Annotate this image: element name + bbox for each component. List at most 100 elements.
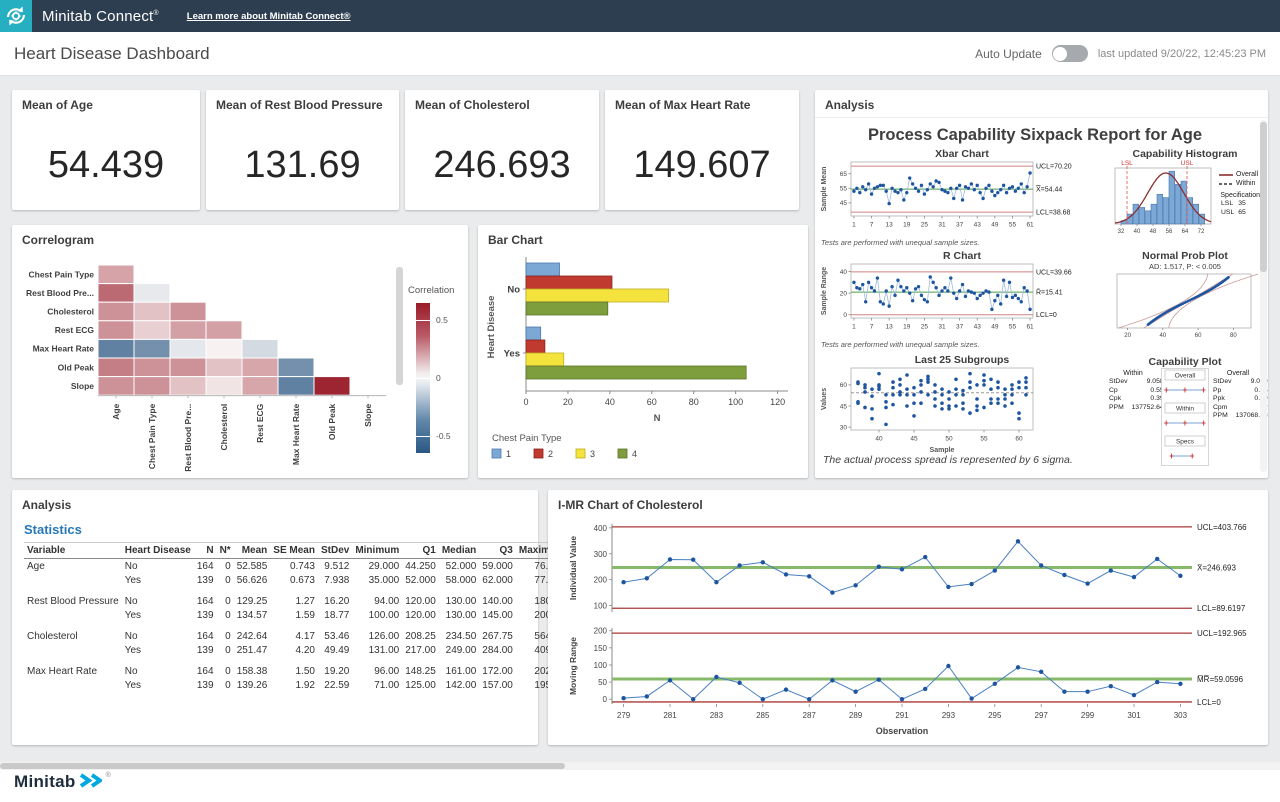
svg-text:7: 7 bbox=[870, 324, 874, 331]
svg-text:80: 80 bbox=[689, 397, 699, 407]
footer-minitab-logo: Minitab ® bbox=[14, 772, 111, 792]
overall-title: Overall bbox=[1211, 370, 1265, 377]
svg-text:45: 45 bbox=[840, 403, 848, 410]
panel-title: Analysis bbox=[22, 498, 71, 512]
auto-update-toggle[interactable] bbox=[1052, 45, 1088, 62]
normal-prob-plot: 20406080 bbox=[1111, 272, 1259, 348]
table-row bbox=[24, 587, 568, 594]
svg-text:291: 291 bbox=[895, 711, 909, 720]
svg-text:40: 40 bbox=[1134, 229, 1141, 235]
correlogram-scrollbar-thumb[interactable] bbox=[396, 267, 403, 385]
svg-text:Rest Blood Pre...: Rest Blood Pre... bbox=[183, 404, 193, 472]
divider bbox=[815, 117, 1268, 118]
sixpack-footnote: The actual process spread is represented… bbox=[823, 454, 1073, 466]
svg-text:65: 65 bbox=[840, 171, 848, 178]
capability-histogram: LSLUSL324048566472 bbox=[1111, 160, 1219, 244]
svg-text:45: 45 bbox=[910, 436, 918, 443]
svg-text:Slope: Slope bbox=[363, 403, 373, 426]
footer-brand-text: Minitab bbox=[14, 772, 76, 792]
table-row: Yes1390251.474.2049.49131.00217.00249.00… bbox=[24, 643, 568, 657]
xbar-chart-title: Xbar Chart bbox=[817, 148, 1107, 160]
svg-text:4: 4 bbox=[632, 449, 637, 459]
bar-chart-panel: Bar Chart NoYes020406080100120NHeart Dis… bbox=[478, 225, 808, 478]
svg-text:Rest ECG: Rest ECG bbox=[55, 325, 95, 335]
within-stats: Within StDev9.058Cp0.55Cpk0.39PPM137752.… bbox=[1107, 370, 1159, 412]
svg-text:61: 61 bbox=[1026, 324, 1034, 331]
svg-text:37: 37 bbox=[956, 324, 964, 331]
r-chart-note: Tests are performed with unequal sample … bbox=[821, 340, 980, 349]
svg-text:Sample Range: Sample Range bbox=[821, 267, 828, 315]
colorbar-tick: -0.5 bbox=[436, 431, 451, 441]
kpi-label: Mean of Rest Blood Pressure bbox=[216, 98, 383, 112]
imr-chart: 100200300400UCL=403.766X̄=246.693LCL=89.… bbox=[556, 516, 1260, 742]
table-row: Yes1390139.261.9222.5971.00125.00142.001… bbox=[24, 678, 568, 692]
top-navbar: Minitab Connect® Learn more about Minita… bbox=[0, 0, 1280, 32]
learn-more-link[interactable]: Learn more about Minitab Connect® bbox=[187, 11, 351, 22]
svg-text:No: No bbox=[507, 285, 520, 296]
stats-column-header: Mean bbox=[234, 543, 271, 559]
svg-text:80: 80 bbox=[1230, 333, 1237, 339]
capability-histogram-title: Capability Histogram bbox=[1111, 148, 1259, 160]
svg-text:X̄=246.693: X̄=246.693 bbox=[1197, 564, 1236, 573]
svg-text:X̿=54.44: X̿=54.44 bbox=[1035, 185, 1062, 194]
svg-text:50: 50 bbox=[945, 436, 953, 443]
legend-within: Within bbox=[1236, 180, 1255, 187]
svg-text:31: 31 bbox=[938, 324, 946, 331]
page-title: Heart Disease Dashboard bbox=[14, 44, 210, 64]
svg-text:72: 72 bbox=[1198, 229, 1205, 235]
svg-text:25: 25 bbox=[921, 324, 929, 331]
correlation-legend-title: Correlation bbox=[408, 285, 454, 296]
svg-text:UCL=192.965: UCL=192.965 bbox=[1197, 629, 1247, 638]
svg-text:Rest ECG: Rest ECG bbox=[255, 403, 265, 443]
svg-text:40: 40 bbox=[605, 397, 615, 407]
svg-text:40: 40 bbox=[875, 436, 883, 443]
within-table: StDev9.058Cp0.55Cpk0.39PPM137752.64 bbox=[1107, 378, 1166, 412]
svg-text:Overall: Overall bbox=[1175, 373, 1196, 380]
kpi-value: 246.693 bbox=[405, 120, 599, 210]
svg-text:LCL=0: LCL=0 bbox=[1197, 698, 1221, 707]
statistics-table-wrap: VariableHeart DiseaseNN*MeanSE MeanStDev… bbox=[24, 542, 526, 692]
svg-text:289: 289 bbox=[849, 711, 863, 720]
svg-text:Old Peak: Old Peak bbox=[327, 403, 337, 440]
panel-scrollbar-thumb[interactable] bbox=[1260, 122, 1267, 272]
svg-text:M̅R̅=59.0596: M̅R̅=59.0596 bbox=[1197, 675, 1244, 684]
svg-text:Max Heart Rate: Max Heart Rate bbox=[291, 403, 301, 465]
stats-column-header: StDev bbox=[318, 543, 352, 559]
xbar-note: Tests are performed with unequal sample … bbox=[821, 238, 980, 247]
svg-text:Max Heart Rate: Max Heart Rate bbox=[33, 344, 95, 354]
horizontal-scrollbar-thumb[interactable] bbox=[0, 763, 565, 769]
panel-title: Analysis bbox=[825, 98, 874, 112]
kpi-card-max-hr: Mean of Max Heart Rate 149.607 bbox=[605, 90, 799, 210]
svg-text:287: 287 bbox=[803, 711, 817, 720]
table-row bbox=[24, 622, 568, 629]
svg-text:283: 283 bbox=[710, 711, 724, 720]
svg-text:0: 0 bbox=[603, 695, 608, 704]
correlogram-panel: Correlogram Chest Pain TypeRest Blood Pr… bbox=[12, 225, 468, 478]
svg-text:N: N bbox=[654, 413, 661, 424]
svg-text:60: 60 bbox=[647, 397, 657, 407]
svg-text:Heart Disease: Heart Disease bbox=[486, 296, 497, 359]
svg-text:48: 48 bbox=[1150, 229, 1157, 235]
auto-update-label: Auto Update bbox=[975, 47, 1042, 61]
svg-text:55: 55 bbox=[1009, 324, 1017, 331]
specs-title: Specifications bbox=[1219, 192, 1265, 199]
svg-text:400: 400 bbox=[594, 524, 608, 533]
svg-text:Individual Value: Individual Value bbox=[568, 536, 578, 601]
svg-text:295: 295 bbox=[988, 711, 1002, 720]
svg-text:293: 293 bbox=[942, 711, 956, 720]
svg-text:60: 60 bbox=[1195, 333, 1202, 339]
sixpack-analysis-panel: Analysis Process Capability Sixpack Repo… bbox=[815, 90, 1268, 478]
table-row: CholesterolNo1640242.644.1753.46126.0020… bbox=[24, 629, 568, 643]
heart-disease-bar-chart: NoYes020406080100120NHeart DiseaseChest … bbox=[482, 251, 804, 475]
svg-text:Values: Values bbox=[821, 388, 828, 410]
svg-text:55: 55 bbox=[980, 436, 988, 443]
minitab-connect-logo[interactable] bbox=[0, 0, 32, 32]
table-row: Yes139056.6260.6737.93835.00052.00058.00… bbox=[24, 573, 568, 587]
correlogram-heatmap: Chest Pain TypeRest Blood Pre...Choleste… bbox=[16, 253, 394, 475]
svg-text:285: 285 bbox=[756, 711, 770, 720]
stats-column-header: Median bbox=[439, 543, 479, 559]
svg-text:37: 37 bbox=[956, 222, 964, 229]
svg-text:Cholesterol: Cholesterol bbox=[219, 404, 229, 451]
footer-reg-mark: ® bbox=[106, 772, 111, 779]
page: Minitab Connect® Learn more about Minita… bbox=[0, 0, 1280, 802]
